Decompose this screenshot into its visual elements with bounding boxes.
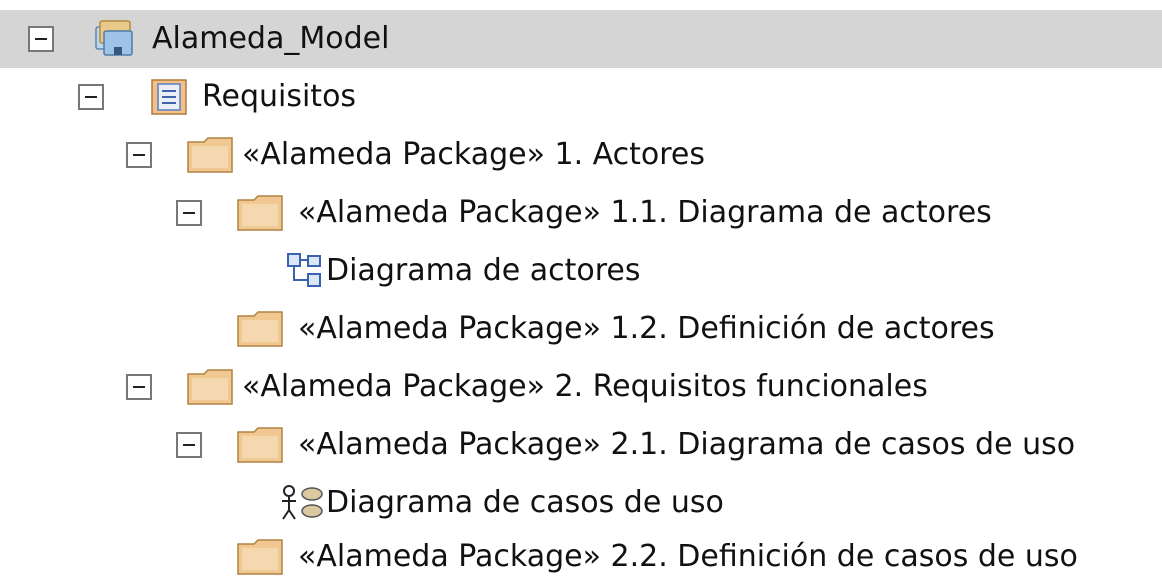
node-label: Requisitos xyxy=(202,79,357,114)
collapse-toggle[interactable] xyxy=(28,26,54,52)
collapse-toggle[interactable] xyxy=(126,374,152,400)
node-label: «Alameda Package» 2.2. Definición de cas… xyxy=(298,539,1078,574)
project-browser-tree: Alameda_Model Requisitos «Alameda Packag… xyxy=(0,0,1162,584)
collapse-toggle[interactable] xyxy=(176,432,202,458)
tree-node-actores[interactable]: «Alameda Package» 1. Actores xyxy=(0,126,1162,184)
tree-node-requisitos-funcionales[interactable]: «Alameda Package» 2. Requisitos funciona… xyxy=(0,358,1162,416)
tree-node-diagrama-casos[interactable]: Diagrama de casos de uso xyxy=(0,474,1162,532)
collapse-toggle[interactable] xyxy=(176,200,202,226)
folder-icon xyxy=(187,369,233,405)
folder-icon xyxy=(237,539,283,575)
node-label: «Alameda Package» 1. Actores xyxy=(242,137,706,172)
class-diagram-icon xyxy=(287,253,321,287)
folder-icon xyxy=(187,137,233,173)
folder-icon xyxy=(237,427,283,463)
model-root-icon xyxy=(95,20,133,56)
folder-icon xyxy=(237,311,283,347)
node-label: «Alameda Package» 1.1. Diagrama de actor… xyxy=(298,195,992,230)
node-label: «Alameda Package» 2.1. Diagrama de casos… xyxy=(298,427,1076,462)
node-label: Alameda_Model xyxy=(152,21,390,56)
node-label: Diagrama de actores xyxy=(326,253,641,288)
node-label: Diagrama de casos de uso xyxy=(326,485,724,520)
tree-node-diagrama-actores[interactable]: Diagrama de actores xyxy=(0,242,1162,300)
node-label: «Alameda Package» 1.2. Definición de act… xyxy=(298,311,995,346)
tree-node-diagrama-actores-package[interactable]: «Alameda Package» 1.1. Diagrama de actor… xyxy=(0,184,1162,242)
package-diagram-icon xyxy=(151,79,187,115)
collapse-toggle[interactable] xyxy=(126,142,152,168)
tree-node-requisitos[interactable]: Requisitos xyxy=(0,68,1162,126)
node-label: «Alameda Package» 2. Requisitos funciona… xyxy=(242,369,928,404)
tree-node-definicion-actores[interactable]: «Alameda Package» 1.2. Definición de act… xyxy=(0,300,1162,358)
tree-node-diagrama-casos-package[interactable]: «Alameda Package» 2.1. Diagrama de casos… xyxy=(0,416,1162,474)
tree-node-alameda-model[interactable]: Alameda_Model xyxy=(0,10,1162,68)
collapse-toggle[interactable] xyxy=(78,84,104,110)
folder-icon xyxy=(237,195,283,231)
tree-node-definicion-casos[interactable]: «Alameda Package» 2.2. Definición de cas… xyxy=(0,528,1162,584)
use-case-diagram-icon xyxy=(282,485,323,520)
